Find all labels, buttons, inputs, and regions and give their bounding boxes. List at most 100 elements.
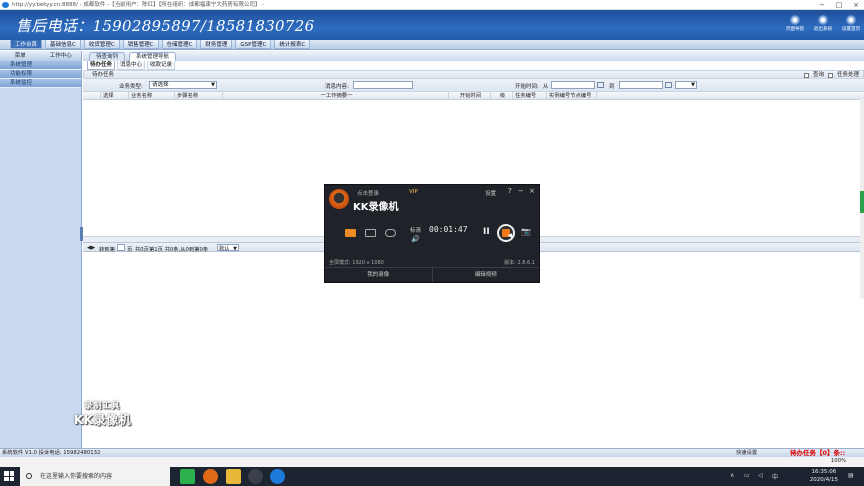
tab-pending-query[interactable]: 待查询列 (89, 52, 126, 61)
tray-up-arrow-icon[interactable]: ∧ (730, 472, 734, 479)
status-bar: 系统软件 V1.0 投诉电话: 15982480132 快速设置 待办任务【0】… (0, 448, 864, 457)
menu-sales[interactable]: 销售管理C (122, 40, 159, 49)
wechat-icon[interactable] (180, 469, 195, 484)
page-navigation-button[interactable]: 页面导航 (784, 15, 806, 32)
network-icon[interactable]: ▭ (744, 472, 750, 479)
tab-system-navigation[interactable]: 系统管理导航 (129, 52, 177, 61)
chevron-down-icon: ▼ (691, 82, 695, 88)
column-business-name[interactable]: 业务名称 (129, 92, 175, 100)
page-unit-label: 页 (127, 247, 133, 253)
calendar-icon[interactable] (597, 82, 604, 88)
sidebar-item-system-management[interactable]: 系统管理 (0, 61, 81, 70)
speaker-icon[interactable]: ◁ (758, 472, 763, 479)
to-label: 到 (609, 84, 615, 90)
kk-login-link[interactable]: 点击登录 (357, 189, 379, 197)
subtab-message-center[interactable]: 消息中心 (117, 61, 146, 70)
kk-mode-info: 全屏模式: 1920 x 1080 (329, 260, 384, 266)
pagination-summary: 共0页第1页 共0条,从0到第0条 (135, 247, 209, 253)
input-language-indicator[interactable]: 中 (772, 472, 778, 481)
column-spacer (83, 92, 101, 100)
nav-arrows-icon[interactable]: ◀▶ (87, 245, 95, 251)
menu-gsp[interactable]: GSP管理C (235, 40, 272, 49)
pending-tasks-count[interactable]: 待办任务【0】条:: (790, 449, 845, 457)
kk-help-button[interactable]: ? (508, 187, 512, 195)
page-scrollbar-thumb[interactable] (860, 191, 864, 213)
kk-minimize-button[interactable]: − (518, 187, 524, 195)
kk-close-button[interactable]: × (529, 187, 535, 195)
maximize-button[interactable]: □ (831, 0, 847, 10)
column-level[interactable]: 级 (491, 92, 513, 100)
taskbar-search-box[interactable]: 在这里输入你要搜索的内容 (20, 467, 170, 486)
menu-reports[interactable]: 统计报表C (274, 40, 311, 49)
business-type-label: 业务类型: (119, 84, 143, 90)
menu-workbench[interactable]: 工作台首 (10, 40, 43, 49)
set-homepage-button[interactable]: 设置首页 (840, 15, 862, 32)
kk-recorder-taskbar-icon[interactable] (203, 469, 218, 484)
file-explorer-icon[interactable] (226, 469, 241, 484)
panel-actions: 查询 任务处理 (803, 71, 859, 79)
fullscreen-mode-icon[interactable] (345, 229, 356, 237)
calendar-icon[interactable] (665, 82, 672, 88)
column-step-name[interactable]: 步骤名称 (175, 92, 223, 100)
internet-explorer-icon[interactable] (270, 469, 285, 484)
window-title: http://yy.bekyy.cn:8888/ - 成都软件 -【当前用户：陈… (12, 2, 265, 8)
home-settings-icon (846, 15, 856, 25)
minimize-button[interactable]: − (814, 0, 830, 10)
task-process-checkbox[interactable] (827, 72, 833, 78)
sidebar-item-permissions[interactable]: 功能权限 (0, 70, 81, 79)
menu-receiving[interactable]: 收货管理C (83, 40, 120, 49)
from-label: 从 (543, 84, 549, 90)
time-range-select[interactable]: ▼ (675, 81, 697, 89)
navigation-icon (790, 15, 800, 25)
menu-warehouse[interactable]: 仓储管理C (161, 40, 198, 49)
kk-logo-icon (329, 189, 349, 209)
start-date-input[interactable] (551, 81, 595, 89)
search-icon (26, 473, 32, 479)
sidebar-item-system-monitor[interactable]: 系统监控 (0, 79, 81, 88)
goto-page-input[interactable] (117, 244, 125, 251)
app-taskbar-icon[interactable] (248, 469, 263, 484)
query-checkbox[interactable] (803, 72, 809, 78)
pause-icon[interactable]: II (483, 227, 490, 237)
sidebar-tab-menu[interactable]: 菜单 (0, 51, 41, 61)
notifications-icon[interactable]: ▤ (848, 472, 854, 479)
kk-quality-label[interactable]: 标清 (410, 226, 421, 234)
my-recordings-button[interactable]: 我的录像 (325, 268, 433, 282)
page-tabs: 待查询列 系统管理导航 (83, 51, 864, 61)
kk-vip-badge[interactable]: VIP (409, 189, 418, 195)
close-window-button[interactable]: × (848, 0, 864, 10)
menu-basic-info[interactable]: 基础信息C (45, 40, 81, 49)
sidebar-tab-work-center[interactable]: 工作中心 (41, 51, 82, 61)
logout-button[interactable]: 退出系统 (812, 15, 834, 32)
page-scrollbar[interactable] (860, 99, 864, 299)
business-type-select[interactable]: 请选择 ▼ (149, 81, 217, 89)
message-content-input[interactable] (353, 81, 413, 89)
top-toolbar: 页面导航 退出系统 设置首页 (784, 15, 862, 32)
column-instance-node[interactable]: 实例编号节点编号 (547, 92, 597, 100)
ie-icon (2, 2, 9, 8)
camera-icon[interactable]: 📷 (521, 227, 531, 236)
subtab-pending-tasks[interactable]: 待办任务 (87, 61, 116, 70)
column-select[interactable]: 选择 (101, 92, 129, 100)
watermark-line1: 录制工具 (84, 401, 121, 410)
windows-start-icon[interactable] (4, 471, 14, 481)
volume-icon[interactable]: 🔊 (411, 235, 420, 243)
page-size-select[interactable]: 默认 ▼ (217, 244, 239, 252)
subtab-payment-records[interactable]: 收款记录 (147, 61, 176, 70)
edit-video-button[interactable]: 编辑视频 (433, 268, 540, 282)
column-task-number[interactable]: 任务编号 (513, 92, 547, 100)
panel-title: 待办任务 (92, 72, 115, 78)
window-title-bar: http://yy.bekyy.cn:8888/ - 成都软件 -【当前用户：陈… (0, 0, 864, 10)
kk-settings-button[interactable]: 设置 (485, 189, 496, 197)
zoom-level[interactable]: 100% (831, 458, 846, 464)
game-mode-icon[interactable] (385, 229, 396, 237)
taskbar-clock[interactable]: 16:35:06 2020/4/15 (810, 468, 838, 484)
sub-tabs: 待办任务 消息中心 收款记录 (83, 61, 864, 70)
menu-finance[interactable]: 财务管理 (200, 40, 233, 49)
end-date-input[interactable] (619, 81, 663, 89)
quick-settings-button[interactable]: 快速设置 (736, 449, 757, 457)
column-start-time[interactable]: 开始时间 (449, 92, 491, 100)
column-work-summary[interactable]: 一工作摘要一 (223, 92, 449, 100)
region-mode-icon[interactable] (365, 229, 376, 237)
query-button[interactable]: 查询 (813, 71, 824, 79)
